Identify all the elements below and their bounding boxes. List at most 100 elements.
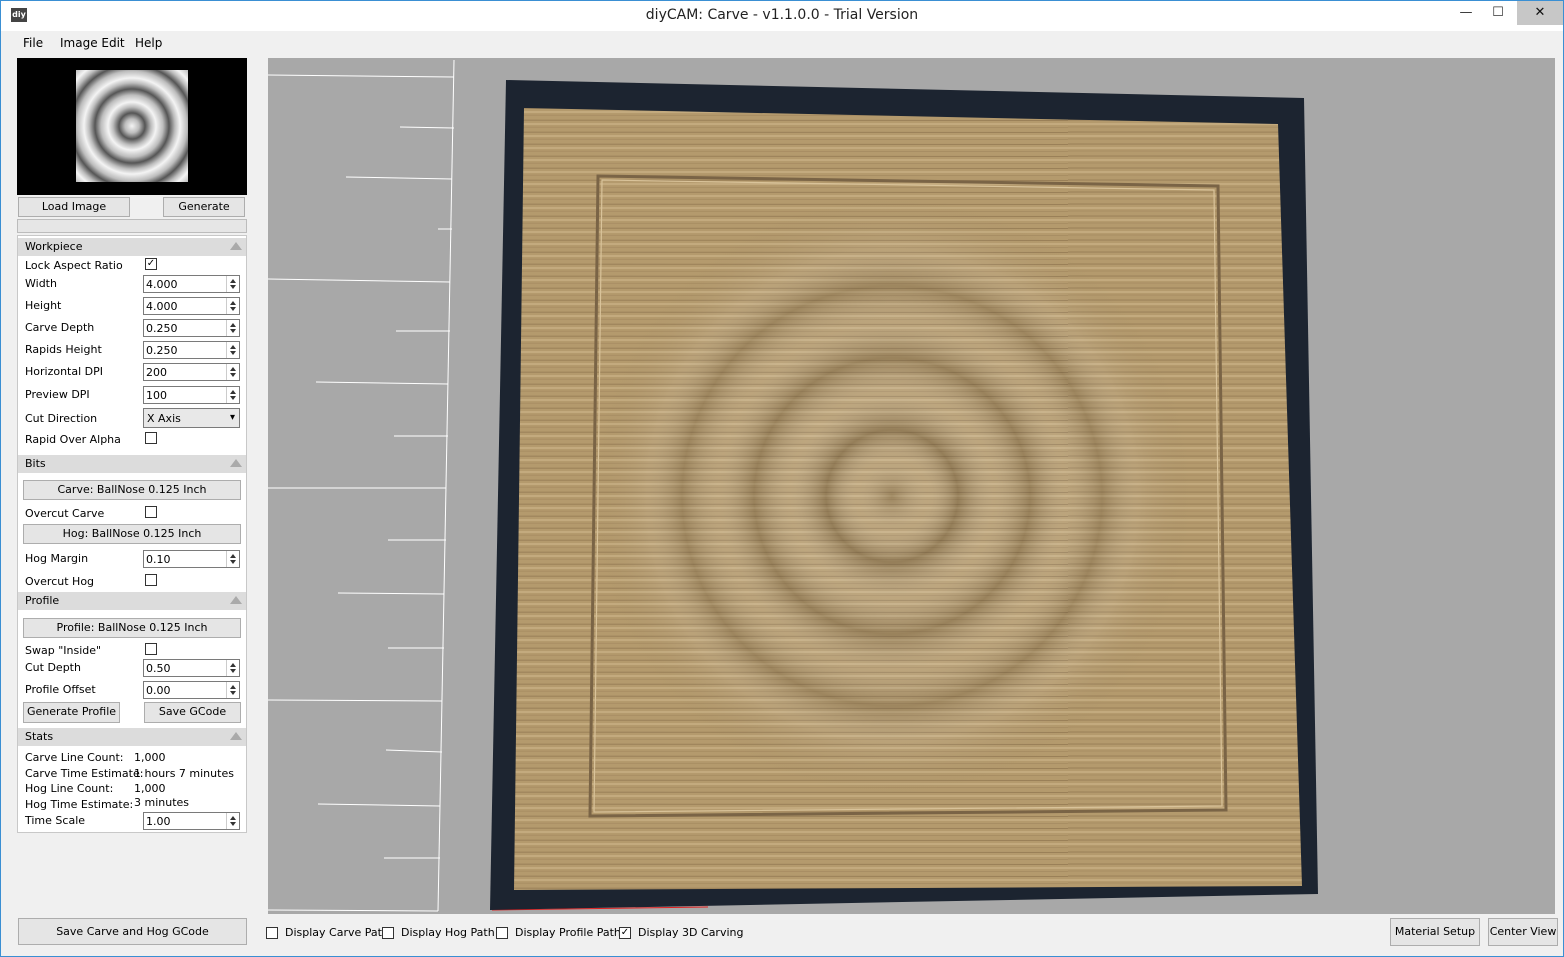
profile-bit-button[interactable]: Profile: BallNose 0.125 Inch (23, 618, 241, 638)
height-label: Height (25, 299, 62, 312)
spinner-icon[interactable] (226, 551, 239, 567)
swap-inside-label: Swap "Inside" (25, 644, 102, 657)
spinner-icon[interactable] (226, 298, 239, 314)
hog-margin-input[interactable]: 0.10 (143, 550, 240, 568)
window-title: diyCAM: Carve - v1.1.0.0 - Trial Version (645, 7, 919, 23)
time-scale-value: 1.00 (146, 815, 171, 828)
carve-time-label: Carve Time Estimate: (25, 767, 144, 780)
minimize-button[interactable]: — (1449, 1, 1483, 25)
profile-offset-value: 0.00 (146, 684, 171, 697)
material-setup-button[interactable]: Material Setup (1390, 918, 1480, 946)
preview-dpi-label: Preview DPI (25, 388, 90, 401)
carve-line-count-value: 1,000 (134, 751, 166, 764)
display-hog-path-checkbox[interactable] (382, 927, 394, 939)
menu-bar: File Image Edit Help (1, 31, 1563, 55)
carve-line-count-label: Carve Line Count: (25, 751, 124, 764)
overcut-carve-checkbox[interactable] (145, 506, 157, 518)
cut-direction-label: Cut Direction (25, 412, 98, 425)
progress-bar (17, 219, 247, 233)
carve-bit-button[interactable]: Carve: BallNose 0.125 Inch (23, 480, 241, 500)
save-gcode-button[interactable]: Save GCode (144, 702, 241, 723)
rapid-over-alpha-checkbox[interactable] (145, 432, 157, 444)
display-3d-carving-label: Display 3D Carving (638, 926, 744, 939)
profile-offset-label: Profile Offset (25, 683, 96, 696)
swap-inside-checkbox[interactable] (145, 643, 157, 655)
display-profile-path-checkbox[interactable] (496, 927, 508, 939)
image-preview (17, 58, 247, 195)
section-title: Workpiece (25, 240, 83, 253)
lock-aspect-ratio-checkbox[interactable]: ✓ (145, 258, 157, 270)
spinner-icon[interactable] (226, 682, 239, 698)
ripple-rings (592, 196, 1192, 796)
horizontal-dpi-label: Horizontal DPI (25, 365, 104, 378)
section-profile[interactable]: Profile (18, 592, 246, 610)
horizontal-dpi-input[interactable]: 200 (143, 363, 240, 381)
hog-margin-value: 0.10 (146, 553, 171, 566)
spinner-icon[interactable] (226, 320, 239, 336)
save-carve-hog-gcode-button[interactable]: Save Carve and Hog GCode (18, 918, 247, 945)
hog-margin-label: Hog Margin (25, 552, 89, 565)
display-profile-path-label: Display Profile Path (515, 926, 621, 939)
width-input[interactable]: 4.000 (143, 275, 240, 293)
cut-direction-select[interactable]: X Axis ▾ (143, 408, 240, 428)
rapids-height-input[interactable]: 0.250 (143, 341, 240, 359)
section-workpiece[interactable]: Workpiece (18, 238, 246, 256)
spinner-icon[interactable] (226, 387, 239, 403)
preview-dpi-input[interactable]: 100 (143, 386, 240, 404)
spinner-icon[interactable] (226, 813, 239, 829)
time-scale-input[interactable]: 1.00 (143, 812, 240, 830)
display-carve-path-checkbox[interactable] (266, 927, 278, 939)
carving-render (268, 59, 1318, 912)
carve-depth-input[interactable]: 0.250 (143, 319, 240, 337)
section-bits[interactable]: Bits (18, 455, 246, 473)
generate-profile-button[interactable]: Generate Profile (23, 702, 120, 723)
maximize-button[interactable]: ☐ (1481, 1, 1515, 25)
cut-depth-input[interactable]: 0.50 (143, 659, 240, 677)
grid-ticks (268, 59, 455, 912)
section-title: Stats (25, 730, 54, 743)
profile-offset-input[interactable]: 0.00 (143, 681, 240, 699)
section-stats[interactable]: Stats (18, 728, 246, 746)
horizontal-dpi-value: 200 (146, 366, 167, 379)
display-hog-path-label: Display Hog Path (401, 926, 495, 939)
lock-aspect-ratio-label: Lock Aspect Ratio (25, 259, 123, 272)
title-bar: diy diyCAM: Carve - v1.1.0.0 - Trial Ver… (1, 1, 1563, 31)
chevron-down-icon: ▾ (229, 412, 235, 423)
heightmap-thumbnail (76, 70, 188, 182)
rapid-over-alpha-label: Rapid Over Alpha (25, 433, 121, 446)
rapids-height-label: Rapids Height (25, 343, 102, 356)
overcut-carve-label: Overcut Carve (25, 507, 105, 520)
collapse-icon[interactable] (230, 596, 242, 604)
collapse-icon[interactable] (230, 242, 242, 250)
cut-depth-label: Cut Depth (25, 661, 81, 674)
carve-depth-label: Carve Depth (25, 321, 95, 334)
spinner-icon[interactable] (226, 660, 239, 676)
display-carve-path-label: Display Carve Path (285, 926, 389, 939)
cut-depth-value: 0.50 (146, 662, 171, 675)
hog-bit-button[interactable]: Hog: BallNose 0.125 Inch (23, 524, 241, 544)
carve-time-value: 1 hours 7 minutes (134, 767, 234, 780)
load-image-button[interactable]: Load Image (18, 197, 130, 217)
collapse-icon[interactable] (230, 459, 242, 467)
generate-button[interactable]: Generate (163, 197, 245, 217)
width-value: 4.000 (146, 278, 178, 291)
collapse-icon[interactable] (230, 732, 242, 740)
overcut-hog-checkbox[interactable] (145, 574, 157, 586)
close-button[interactable]: ✕ (1517, 1, 1563, 25)
spinner-icon[interactable] (226, 342, 239, 358)
menu-file[interactable]: File (23, 36, 43, 50)
display-3d-carving-checkbox[interactable]: ✓ (619, 927, 631, 939)
spinner-icon[interactable] (226, 364, 239, 380)
width-label: Width (25, 277, 57, 290)
overcut-hog-label: Overcut Hog (25, 575, 95, 588)
hog-line-count-value: 1,000 (134, 782, 166, 795)
menu-image-edit[interactable]: Image Edit (60, 36, 125, 50)
3d-viewport[interactable] (268, 58, 1555, 914)
section-title: Bits (25, 457, 46, 470)
spinner-icon[interactable] (226, 276, 239, 292)
menu-help[interactable]: Help (135, 36, 162, 50)
height-value: 4.000 (146, 300, 178, 313)
cut-direction-value: X Axis (147, 412, 181, 425)
center-view-button[interactable]: Center View (1488, 918, 1558, 946)
height-input[interactable]: 4.000 (143, 297, 240, 315)
